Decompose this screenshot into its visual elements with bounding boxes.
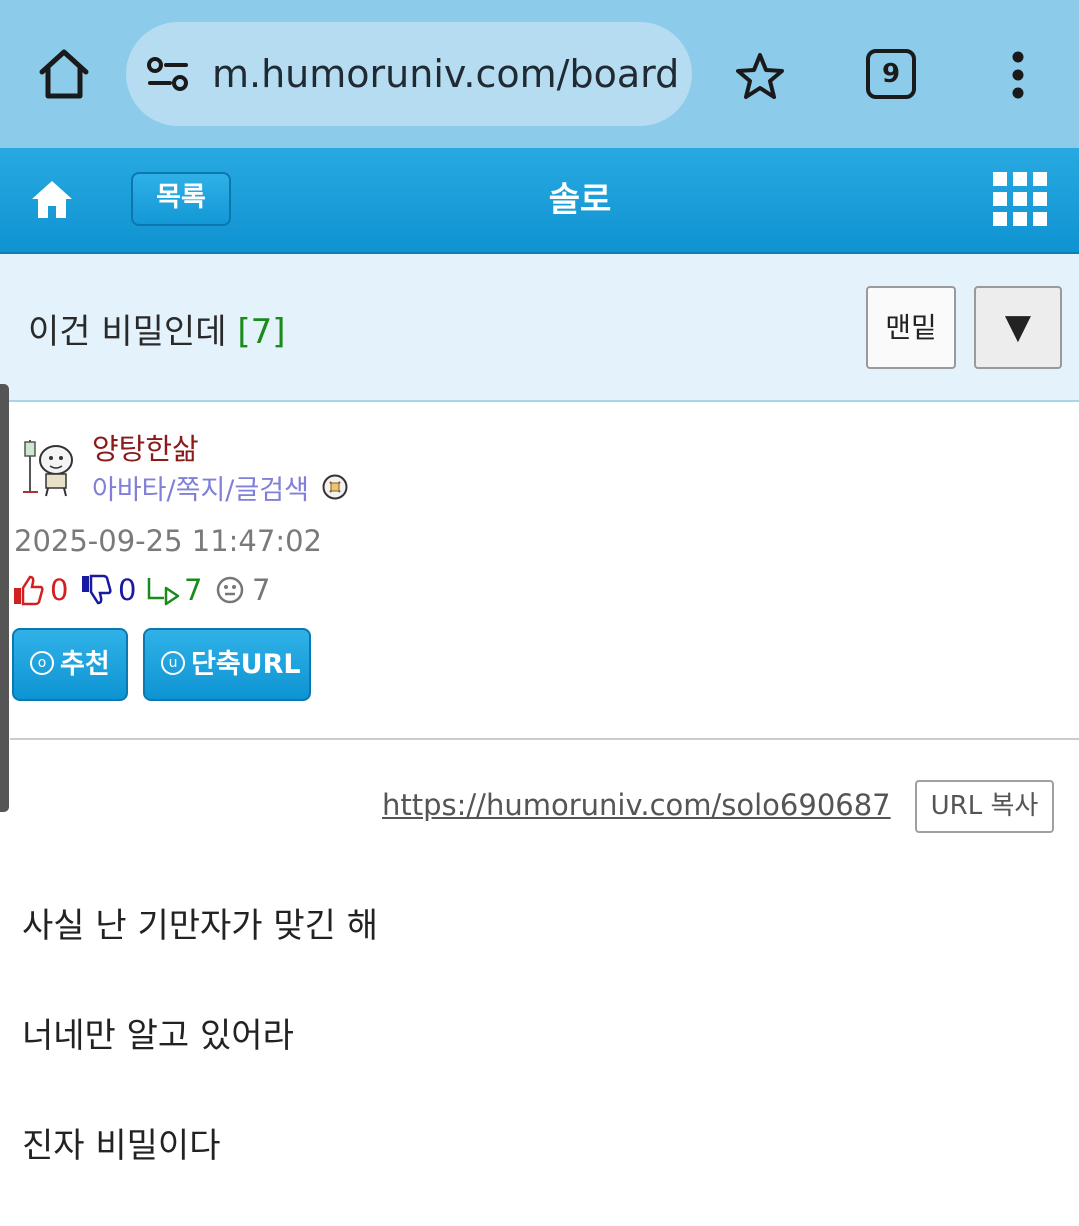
body-line-3: 진자 비밀이다	[22, 1126, 221, 1166]
tabs-icon[interactable]: 9	[866, 49, 916, 99]
short-url-label: 단축URL	[191, 649, 301, 680]
recommend-label: 추천	[60, 649, 110, 680]
thumbs-down-icon[interactable]	[80, 574, 112, 606]
recommend-badge-icon: o	[30, 650, 54, 675]
divider	[10, 738, 1079, 740]
level-badge-icon	[322, 474, 348, 500]
post-title: 이건 비밀인데 [7]	[28, 304, 285, 353]
reply-icon	[147, 578, 180, 606]
author-links[interactable]: 아바타/쪽지/글검색	[92, 468, 309, 507]
site-settings-icon[interactable]	[146, 56, 190, 92]
url-text[interactable]: m.humoruniv.com/board	[212, 22, 679, 126]
short-url-badge-icon: u	[161, 650, 185, 675]
browser-toolbar: m.humoruniv.com/board 9	[0, 0, 1079, 148]
board-title[interactable]: 솔로	[480, 148, 680, 252]
author-name[interactable]: 양탕한삶	[92, 426, 199, 468]
go-bottom-button[interactable]: 맨밑	[866, 286, 956, 369]
home-icon[interactable]	[30, 178, 74, 222]
scroll-indicator[interactable]	[0, 384, 9, 812]
star-icon[interactable]	[734, 50, 786, 102]
thumbs-up-icon[interactable]	[12, 574, 44, 606]
address-bar[interactable]: m.humoruniv.com/board	[126, 22, 692, 126]
recommend-button[interactable]: o 추천	[12, 628, 128, 701]
views-icon	[216, 576, 244, 604]
post-title-bar: 이건 비밀인데 [7] 맨밑 ▼	[0, 254, 1079, 402]
short-url-button[interactable]: u 단축URL	[143, 628, 311, 701]
view-count: 7	[252, 573, 271, 607]
grid-menu-icon[interactable]	[993, 172, 1047, 226]
short-url-link[interactable]: https://humoruniv.com/solo690687	[382, 788, 891, 822]
post-title-text: 이건 비밀인데	[28, 312, 227, 352]
more-vert-icon[interactable]	[1000, 50, 1036, 100]
comment-count: [7]	[237, 312, 286, 352]
list-button[interactable]: 목록	[131, 172, 231, 226]
body-line-1: 사실 난 기만자가 맞긴 해	[22, 906, 379, 946]
copy-url-button[interactable]: URL 복사	[915, 780, 1054, 833]
body-line-2: 너네만 알고 있어라	[22, 1016, 294, 1056]
dropdown-button[interactable]: ▼	[974, 286, 1062, 369]
like-count: 0	[50, 573, 69, 607]
post-date: 2025-09-25 11:47:02	[14, 524, 322, 558]
avatar[interactable]	[20, 432, 82, 498]
site-header: 목록 솔로	[0, 148, 1079, 254]
home-icon[interactable]	[34, 44, 94, 104]
reply-count: 7	[184, 573, 203, 607]
dislike-count: 0	[118, 573, 137, 607]
